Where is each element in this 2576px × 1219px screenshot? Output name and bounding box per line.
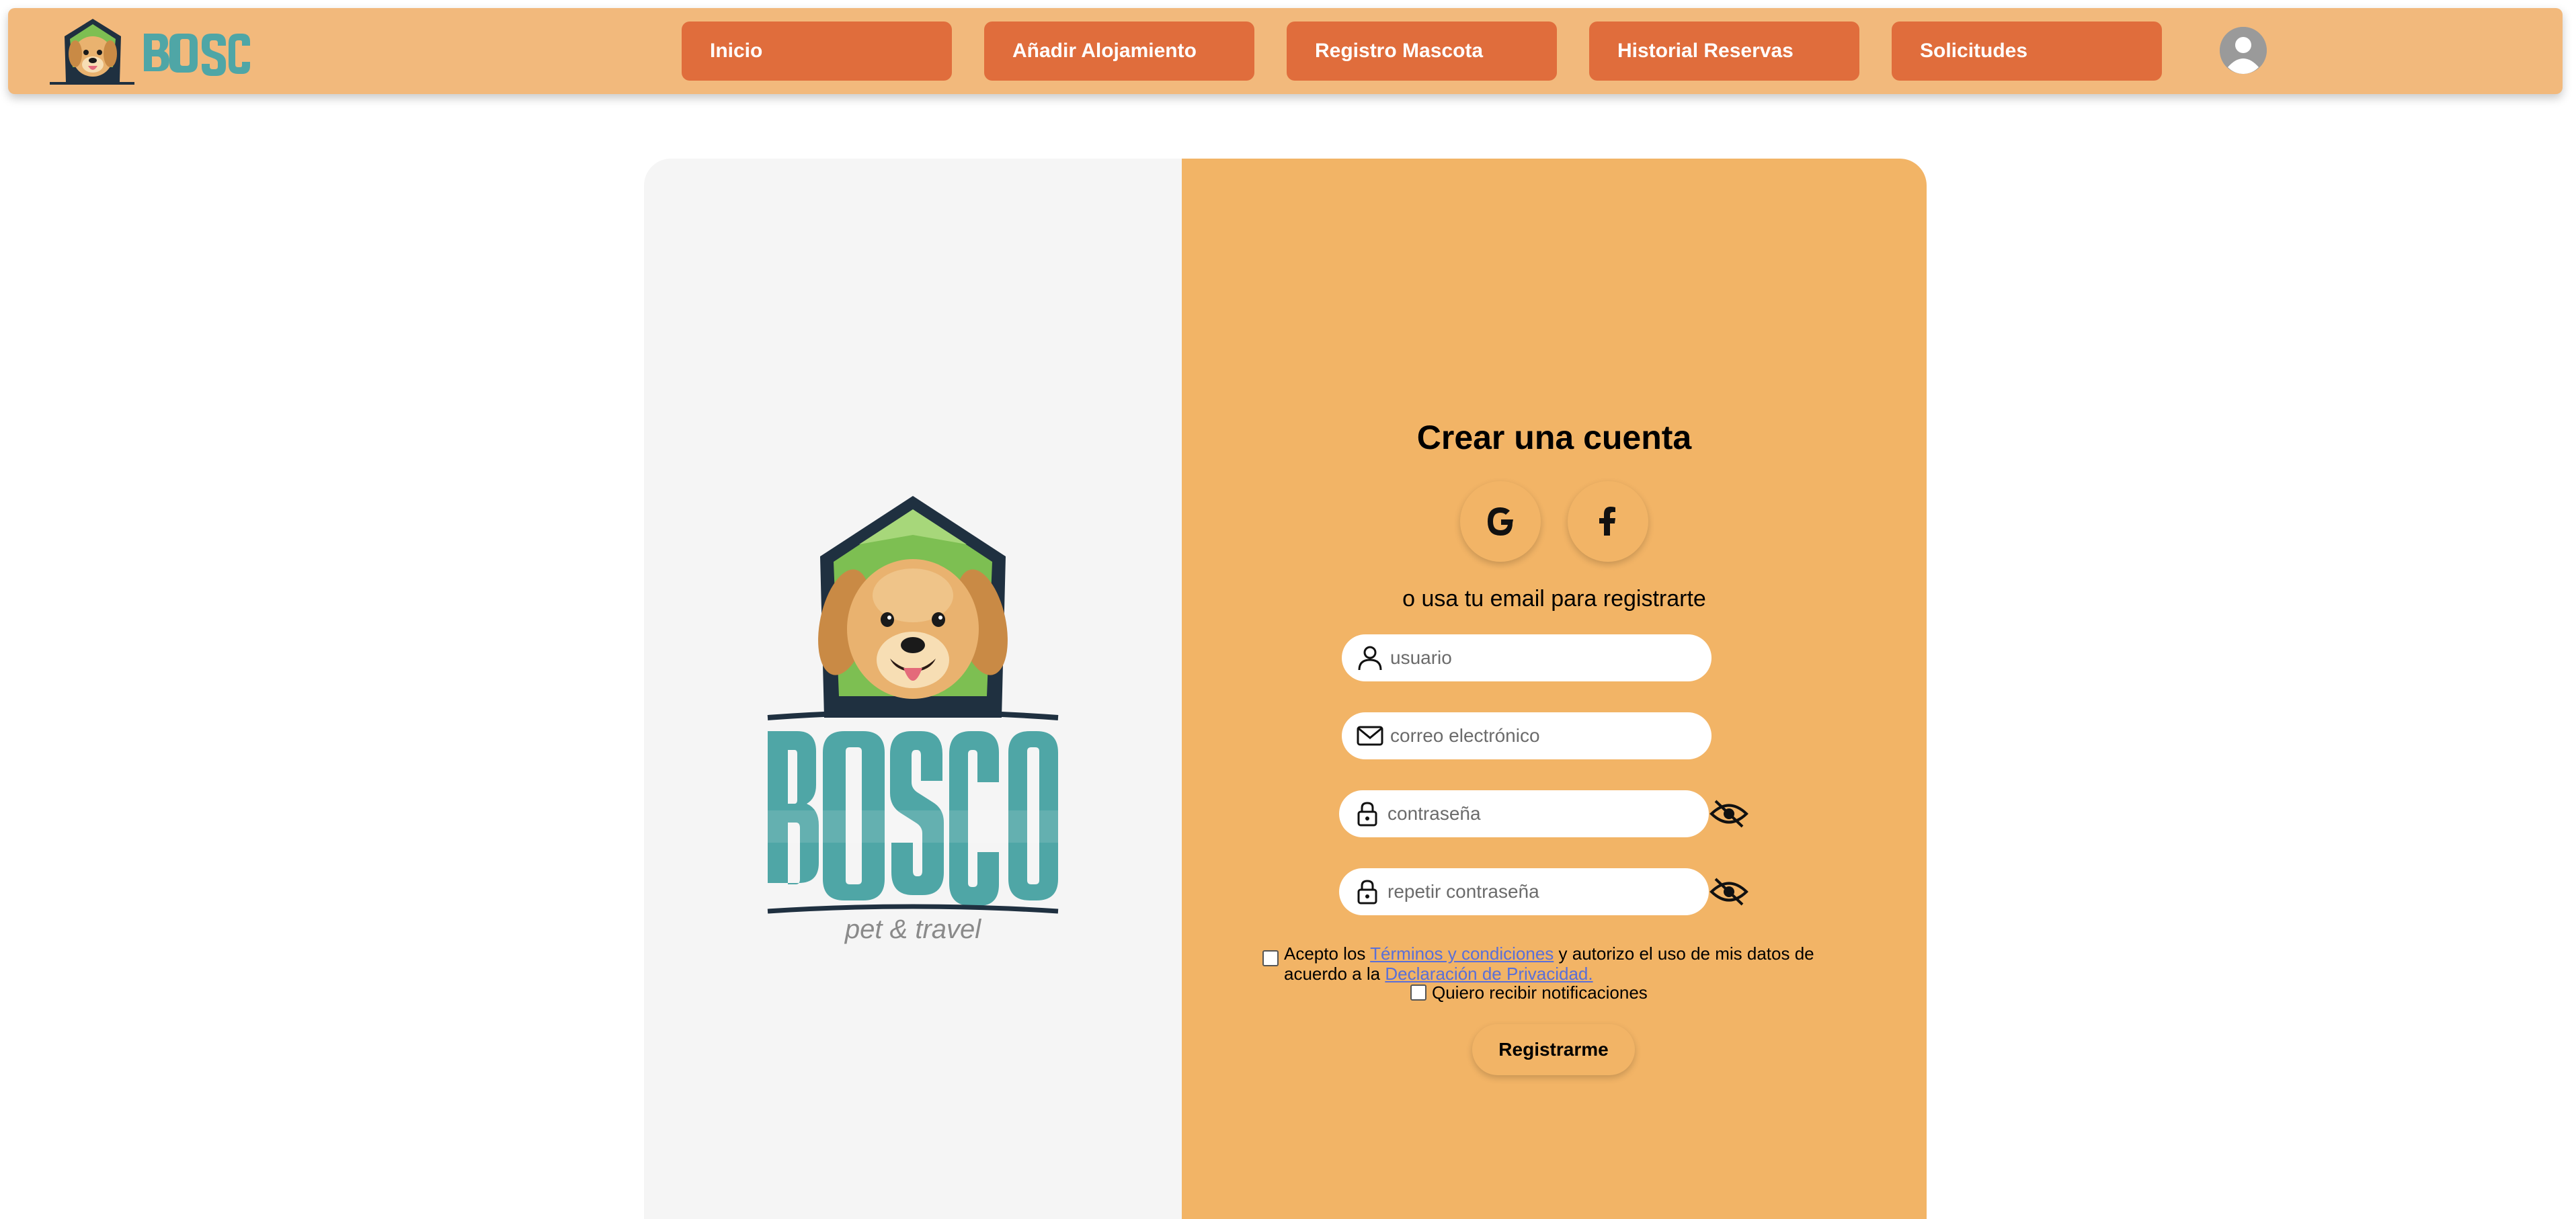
email-field[interactable] [1342,712,1712,759]
terms-text-prefix: Acepto los [1284,943,1371,964]
google-signup-button[interactable] [1460,481,1541,562]
nav-button-anadir-alojamiento[interactable]: Añadir Alojamiento [984,22,1254,81]
lock-icon [1353,877,1382,907]
password-input[interactable] [1387,803,1690,825]
bosco-large-logo: pet & travel [765,495,1061,1066]
register-form-panel: Crear una cuenta o usa tu email para reg… [1182,159,1927,1219]
terms-link[interactable]: Términos y condiciones [1370,943,1554,964]
terms-checkbox[interactable] [1262,950,1279,966]
username-input[interactable] [1390,647,1693,669]
facebook-signup-button[interactable] [1568,481,1648,562]
bosco-logo-icon [50,19,250,85]
nav-button-historial-reservas[interactable]: Historial Reservas [1589,22,1859,81]
brand-logo[interactable] [46,15,261,90]
username-field[interactable] [1342,634,1712,681]
email-input[interactable] [1390,725,1693,747]
top-navbar: Inicio Añadir Alojamiento Registro Masco… [8,8,2563,94]
form-title: Crear una cuenta [1416,419,1692,456]
bosco-dog-logo-icon: pet & travel [767,496,1059,944]
register-button[interactable]: Registrarme [1472,1024,1635,1075]
toggle-repeat-password-visibility-icon[interactable] [1709,875,1749,909]
lock-icon [1353,799,1382,829]
logo-panel: pet & travel [644,159,1182,1219]
password-field[interactable] [1339,790,1709,837]
user-avatar-icon[interactable] [2220,27,2267,74]
notifications-label: Quiero recibir notificaciones [1432,982,1648,1003]
nav-button-solicitudes[interactable]: Solicitudes [1892,22,2162,81]
nav-button-registro-mascota[interactable]: Registro Mascota [1287,22,1557,81]
repeat-password-input[interactable] [1387,881,1690,902]
email-signup-hint: o usa tu email para registrarte [1402,586,1706,612]
user-icon [1355,643,1385,673]
google-icon [1488,507,1513,536]
mail-icon [1355,721,1385,751]
terms-consent: Acepto los Términos y condiciones y auto… [1262,943,1841,984]
notifications-consent: Quiero recibir notificaciones [1410,982,1648,1003]
facebook-icon [1599,507,1615,536]
privacy-link[interactable]: Declaración de Privacidad. [1385,964,1593,984]
repeat-password-field[interactable] [1339,868,1709,915]
notifications-checkbox[interactable] [1410,984,1426,1001]
toggle-password-visibility-icon[interactable] [1709,797,1749,831]
nav-button-inicio[interactable]: Inicio [682,22,952,81]
register-card: pet & travel Crear una cuenta o usa tu e… [644,159,1927,1219]
logo-tagline: pet & travel [844,915,981,944]
